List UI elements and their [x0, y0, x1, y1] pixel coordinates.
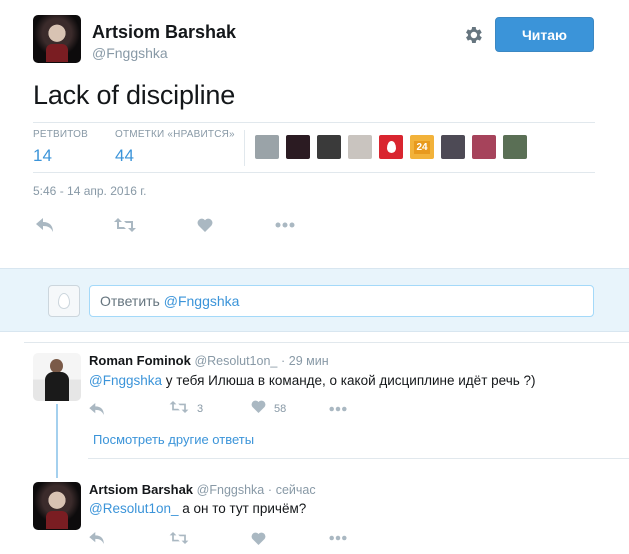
- tweet-actions: [33, 213, 313, 237]
- retweets-count: 14: [33, 146, 52, 165]
- author-avatar[interactable]: [33, 15, 81, 63]
- liker-avatar[interactable]: [255, 135, 279, 159]
- more-icon[interactable]: [329, 528, 347, 548]
- heart-icon[interactable]: [251, 528, 266, 548]
- reply-author-handle[interactable]: @Resolut1on_: [194, 354, 277, 368]
- reply-icon[interactable]: [89, 528, 105, 548]
- main-tweet: Artsiom Barshak @Fnggshka Читаю Lack of …: [0, 0, 629, 268]
- liker-avatar[interactable]: [317, 135, 341, 159]
- egg-icon: [58, 293, 70, 309]
- reply-hint: Ответить: [100, 293, 164, 309]
- divider: [24, 342, 629, 343]
- reply-text: @Fnggshka у тебя Илюша в команде, о како…: [89, 373, 536, 388]
- reply-icon[interactable]: [33, 213, 57, 237]
- reply-actions: [89, 528, 369, 548]
- reply-actions: 3 58: [89, 399, 369, 419]
- reply-author-handle[interactable]: @Fnggshka: [197, 483, 265, 497]
- egg-icon: [386, 141, 396, 153]
- liker-avatar[interactable]: [503, 135, 527, 159]
- author-handle[interactable]: @Fnggshka: [92, 45, 168, 61]
- heart-icon[interactable]: [193, 213, 217, 237]
- retweet-icon: [169, 400, 189, 418]
- tweet-text: Lack of discipline: [33, 80, 236, 110]
- tweet-timestamp[interactable]: 5:46 - 14 апр. 2016 г.: [33, 184, 147, 198]
- retweets-stat[interactable]: РЕТВИТОВ 14: [33, 129, 88, 166]
- reply-mention[interactable]: @Fnggshka: [89, 373, 162, 388]
- reply-time[interactable]: 29 мин: [289, 354, 329, 368]
- like-button[interactable]: 58: [251, 399, 286, 419]
- more-icon[interactable]: [273, 213, 297, 237]
- likes-stat[interactable]: ОТМЕТКИ «НРАВИТСЯ» 44: [115, 129, 235, 166]
- author-name[interactable]: Artsiom Barshak: [92, 22, 236, 43]
- retweets-label: РЕТВИТОВ: [33, 129, 89, 140]
- liker-avatar[interactable]: [441, 135, 465, 159]
- tweet-stats: РЕТВИТОВ 14 ОТМЕТКИ «НРАВИТСЯ» 44 24: [33, 122, 595, 173]
- reply-header: Artsiom Barshak @Fnggshka · сейчас: [89, 482, 316, 497]
- liker-badge-text: 24: [414, 140, 430, 154]
- reply-avatar[interactable]: [33, 482, 81, 530]
- reply-body: у тебя Илюша в команде, о какой дисципли…: [162, 373, 536, 388]
- reply-header: Roman Fominok @Resolut1on_ · 29 мин: [89, 353, 329, 368]
- reply-input[interactable]: Ответить @Fnggshka: [89, 285, 594, 317]
- reply-time[interactable]: сейчас: [276, 483, 316, 497]
- reply-mention[interactable]: @Resolut1on_: [89, 501, 179, 516]
- retweet-icon[interactable]: [113, 213, 137, 237]
- reply-mention: @Fnggshka: [163, 293, 240, 309]
- thread-line: [56, 404, 58, 478]
- likes-count: 44: [115, 146, 134, 165]
- more-replies-link[interactable]: Посмотреть другие ответы: [93, 432, 254, 447]
- gear-icon[interactable]: [462, 24, 484, 46]
- liker-avatar[interactable]: [472, 135, 496, 159]
- stats-divider: [244, 130, 245, 166]
- like-count: 58: [274, 403, 287, 415]
- reply-body: а он то тут причём?: [178, 501, 307, 516]
- divider: [88, 458, 629, 459]
- retweet-count: 3: [197, 403, 204, 415]
- reply-author-name[interactable]: Artsiom Barshak: [89, 482, 193, 497]
- more-icon[interactable]: [329, 399, 347, 419]
- liker-avatar[interactable]: [379, 135, 403, 159]
- liker-avatar[interactable]: [348, 135, 372, 159]
- retweet-icon[interactable]: [169, 528, 189, 548]
- liker-avatar[interactable]: 24: [410, 135, 434, 159]
- reply-text: @Resolut1on_ а он то тут причём?: [89, 501, 306, 516]
- reply-author-name[interactable]: Roman Fominok: [89, 353, 191, 368]
- retweet-button[interactable]: 3: [169, 399, 203, 419]
- follow-button[interactable]: Читаю: [495, 17, 594, 52]
- reply-avatar[interactable]: [33, 353, 81, 401]
- conversation: Roman Fominok @Resolut1on_ · 29 мин @Fng…: [0, 332, 629, 554]
- liker-avatar[interactable]: [286, 135, 310, 159]
- dot-separator: ·: [280, 354, 286, 368]
- liker-avatars: 24: [255, 135, 527, 159]
- current-user-avatar: [48, 285, 80, 317]
- reply-bar: Ответить @Fnggshka: [0, 268, 629, 332]
- heart-icon: [251, 400, 266, 418]
- dot-separator: ·: [267, 483, 273, 497]
- likes-label: ОТМЕТКИ «НРАВИТСЯ»: [115, 129, 235, 140]
- reply-icon[interactable]: [89, 399, 105, 419]
